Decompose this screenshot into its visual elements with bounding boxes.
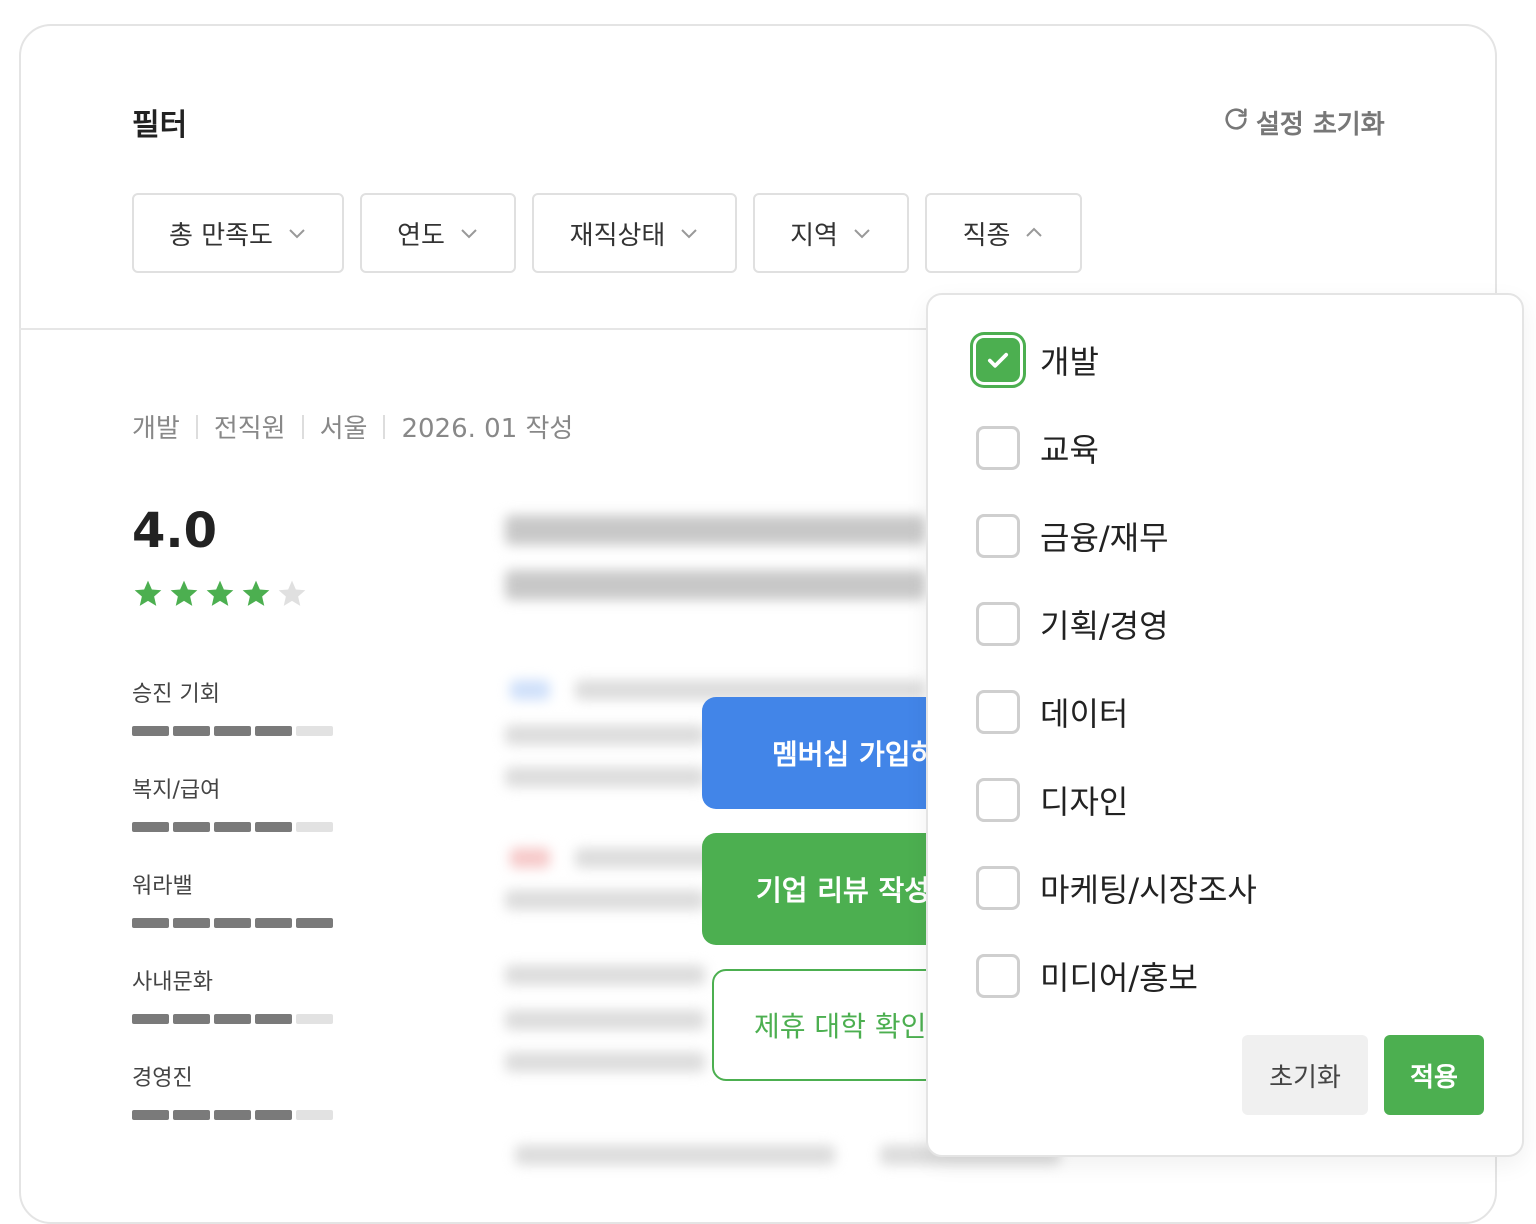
option-education[interactable]: 교육 bbox=[976, 425, 1099, 471]
option-label: 디자인 bbox=[1040, 783, 1129, 821]
checkbox-data[interactable] bbox=[976, 690, 1020, 734]
option-marketing[interactable]: 마케팅/시장조사 bbox=[976, 865, 1257, 911]
checkbox-design[interactable] bbox=[976, 778, 1020, 822]
option-dev[interactable]: 개발 bbox=[976, 337, 1099, 383]
option-label: 미디어/홍보 bbox=[1040, 959, 1198, 997]
option-label: 교육 bbox=[1040, 431, 1099, 469]
dropdown-reset-button[interactable]: 초기화 bbox=[1242, 1035, 1368, 1115]
job-category-dropdown: 개발 교육 금융/재무 기획/경영 데이터 디자인 마케팅/시장조사 미디어/홍… bbox=[926, 293, 1524, 1157]
option-planning[interactable]: 기획/경영 bbox=[976, 601, 1169, 647]
checkbox-education[interactable] bbox=[976, 426, 1020, 470]
option-label: 데이터 bbox=[1040, 695, 1129, 733]
option-media[interactable]: 미디어/홍보 bbox=[976, 953, 1198, 999]
option-label: 마케팅/시장조사 bbox=[1040, 871, 1257, 909]
option-label: 기획/경영 bbox=[1040, 607, 1169, 645]
option-finance[interactable]: 금융/재무 bbox=[976, 513, 1169, 559]
checkbox-marketing[interactable] bbox=[976, 866, 1020, 910]
checkbox-finance[interactable] bbox=[976, 514, 1020, 558]
option-data[interactable]: 데이터 bbox=[976, 689, 1128, 735]
option-label: 개발 bbox=[1040, 343, 1099, 381]
option-design[interactable]: 디자인 bbox=[976, 777, 1128, 823]
checkbox-planning[interactable] bbox=[976, 602, 1020, 646]
dropdown-apply-button[interactable]: 적용 bbox=[1384, 1035, 1484, 1115]
checkbox-dev[interactable] bbox=[976, 338, 1020, 382]
checkbox-media[interactable] bbox=[976, 954, 1020, 998]
option-label: 금융/재무 bbox=[1040, 519, 1169, 557]
check-icon bbox=[987, 352, 1009, 368]
